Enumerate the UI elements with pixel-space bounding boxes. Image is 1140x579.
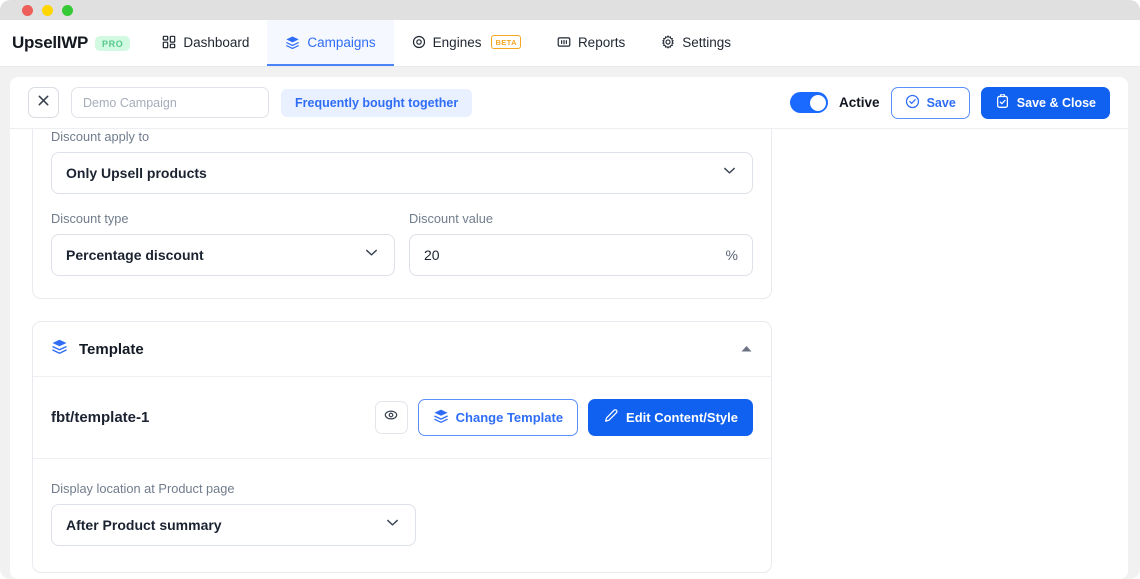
save-and-close-button[interactable]: Save & Close [980,86,1110,119]
nav-item-campaigns[interactable]: Campaigns [267,20,394,66]
top-navigation: UpsellWP PRO Dashboard Campaigns Engines… [0,20,1140,67]
chevron-down-icon [721,162,738,184]
caret-up-icon[interactable] [740,340,753,358]
clipboard-check-icon [995,92,1010,112]
save-button[interactable]: Save [890,86,970,119]
discount-type-group: Discount type Percentage discount [51,211,395,276]
target-icon [412,35,426,49]
percent-suffix: % [725,247,738,263]
chevron-down-icon [363,244,380,266]
editor-toolbar: Frequently bought together Active [10,77,1128,129]
window-close-button[interactable] [22,4,33,16]
discount-type-label: Discount type [51,211,129,226]
layers-icon [285,35,300,50]
template-actions: Change Template Edit Content/Style [374,399,753,436]
save-and-close-button-label: Save & Close [1016,95,1096,110]
toggle-knob [809,94,826,111]
nav-items: Dashboard Campaigns Engines BETA Reports… [144,20,749,66]
window-titlebar [0,0,1140,20]
nav-item-dashboard[interactable]: Dashboard [144,20,267,66]
discount-apply-to-value: Only Upsell products [66,165,207,181]
template-section-title: Template [79,340,144,358]
pro-badge: PRO [95,35,131,51]
editor-body: Discount apply to Only Upsell products D… [10,129,1128,573]
change-template-label: Change Template [455,410,564,425]
beta-badge: BETA [491,35,521,49]
discount-value-label: Discount value [409,211,493,226]
close-editor-button[interactable] [28,87,59,118]
page-background: Frequently bought together Active [0,67,1140,579]
discount-apply-to-select[interactable]: Only Upsell products [51,152,753,194]
brand-logo: UpsellWP PRO [12,20,144,66]
display-location-label: Display location at Product page [51,481,235,496]
edit-content-style-button[interactable]: Edit Content/Style [588,399,753,436]
gear-icon [661,35,675,49]
discount-value-field[interactable]: % [409,234,753,276]
nav-item-reports[interactable]: Reports [539,20,643,66]
nav-item-engines[interactable]: Engines BETA [394,20,539,66]
eye-icon [383,407,399,428]
campaign-name-input[interactable] [71,87,269,118]
template-selection-row: fbt/template-1 Change Template Edit Cont… [33,377,771,459]
app-window: UpsellWP PRO Dashboard Campaigns Engines… [0,0,1140,579]
toolbar-actions: Active Save Save & Close [790,86,1110,119]
nav-item-label: Campaigns [307,34,376,50]
discount-type-select[interactable]: Percentage discount [51,234,395,276]
save-button-label: Save [926,95,956,110]
discount-value-input[interactable] [424,247,726,263]
discount-settings-content: Discount apply to Only Upsell products D… [33,129,771,298]
settings-column: Discount apply to Only Upsell products D… [10,129,772,573]
nav-item-settings[interactable]: Settings [643,20,749,66]
change-template-button[interactable]: Change Template [417,399,579,436]
nav-item-label: Reports [577,34,626,50]
display-location-value: After Product summary [66,517,222,533]
template-location-section: Display location at Product page After P… [33,459,771,572]
discount-apply-to-label: Discount apply to [51,129,150,144]
pencil-icon [603,408,619,427]
discount-value-group: Discount value % [409,211,753,276]
discount-type-value: Percentage discount [66,247,204,263]
campaign-editor-panel: Frequently bought together Active [10,77,1128,579]
chevron-down-icon [384,514,401,536]
active-status-label: Active [839,95,880,110]
layers-icon [433,408,449,427]
layers-icon [51,338,68,360]
template-section-header[interactable]: Template [33,322,771,377]
engine-type-pill: Frequently bought together [281,88,473,117]
nav-item-label: Settings [682,34,731,50]
discount-settings-card: Discount apply to Only Upsell products D… [32,129,772,299]
window-minimize-button[interactable] [42,4,53,16]
display-location-select[interactable]: After Product summary [51,504,416,546]
nav-item-label: Engines [432,34,482,50]
discount-type-value-row: Discount type Percentage discount Discou… [51,211,753,276]
window-maximize-button[interactable] [62,4,73,16]
nav-item-label: Dashboard [183,34,250,50]
brand-name: UpsellWP [12,33,89,52]
edit-content-style-label: Edit Content/Style [626,410,738,425]
template-name: fbt/template-1 [51,409,150,426]
campaign-active-toggle[interactable] [790,92,829,113]
template-card: Template fbt/template-1 Change Template … [32,321,772,573]
bar-chart-icon [557,35,571,49]
grid-icon [162,35,176,49]
close-icon [37,94,50,112]
check-circle-icon [905,94,920,112]
preview-template-button[interactable] [374,401,408,434]
